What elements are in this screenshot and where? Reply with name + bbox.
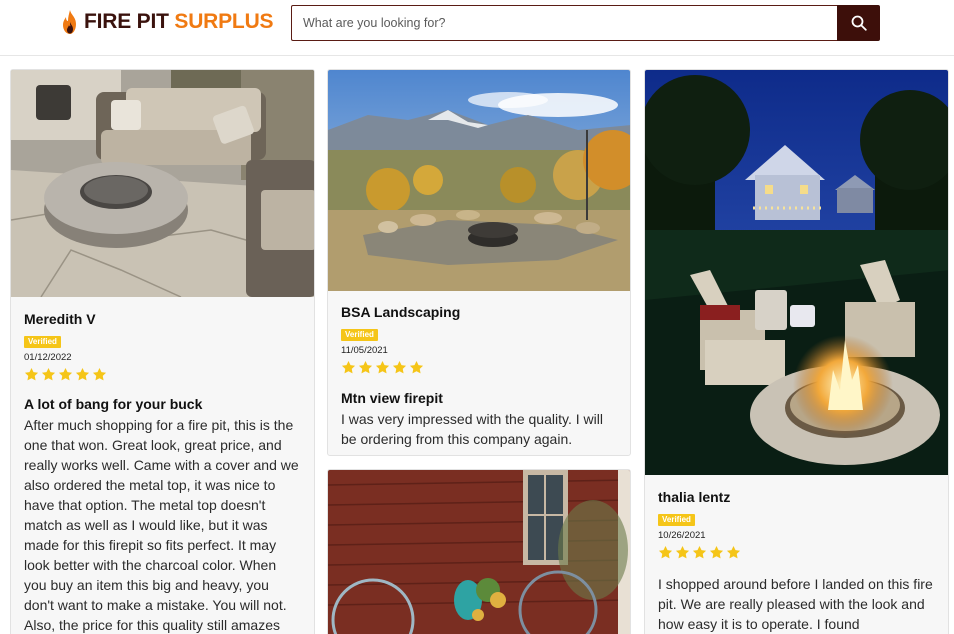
star-icon — [658, 545, 673, 559]
review-author: BSA Landscaping — [341, 304, 461, 320]
review-photo-night-fire-pit[interactable] — [645, 70, 948, 475]
review-text: I was very impressed with the quality. I… — [341, 411, 603, 447]
verified-badge: Verified — [341, 329, 378, 341]
star-icon — [341, 360, 356, 374]
verified-badge: Verified — [658, 514, 695, 526]
star-icon — [409, 360, 424, 374]
review-date: 11/05/2021 — [341, 345, 388, 356]
review-author: thalia lentz — [658, 489, 731, 505]
star-icon — [675, 545, 690, 559]
site-logo[interactable]: FIRE PIT SURPLUS — [60, 7, 274, 37]
search-input[interactable] — [291, 5, 837, 41]
search-button[interactable] — [837, 5, 880, 41]
logo-text-fire-pit: FIRE PIT — [84, 10, 169, 33]
star-rating — [341, 360, 617, 375]
review-card — [327, 469, 631, 634]
review-photo-mountain-fire-pit[interactable] — [328, 70, 630, 291]
review-date: 10/26/2021 — [658, 530, 706, 541]
review-date: 01/12/2022 — [24, 352, 72, 363]
review-card: Meredith V Verified 01/12/2022 A lot of … — [10, 69, 315, 634]
flame-icon — [63, 10, 76, 34]
star-icon — [692, 545, 707, 559]
logo-text-surplus: SURPLUS — [174, 10, 274, 33]
star-icon — [709, 545, 724, 559]
star-icon — [392, 360, 407, 374]
verified-badge: Verified — [24, 336, 61, 348]
site-header: FIRE PIT SURPLUS — [0, 0, 954, 56]
star-icon — [358, 360, 373, 374]
review-text: I shopped around before I landed on this… — [658, 576, 933, 632]
review-title: A lot of bang for your buck — [24, 396, 203, 412]
review-author: Meredith V — [24, 311, 96, 327]
star-icon — [75, 367, 90, 381]
search-icon — [851, 15, 867, 31]
star-icon — [92, 367, 107, 381]
review-text: After much shopping for a fire pit, this… — [24, 417, 299, 633]
review-title: Mtn view firepit — [341, 390, 443, 406]
star-rating — [24, 367, 301, 382]
star-icon — [24, 367, 39, 381]
star-rating — [658, 545, 935, 560]
star-icon — [375, 360, 390, 374]
review-photo-patio-fire-pit[interactable] — [11, 70, 314, 297]
star-icon — [41, 367, 56, 381]
review-photo-porch[interactable] — [328, 470, 630, 634]
star-icon — [58, 367, 73, 381]
search-bar — [291, 5, 880, 41]
star-icon — [726, 545, 741, 559]
review-card: thalia lentz Verified 10/26/2021 I shopp… — [644, 69, 949, 634]
review-card: BSA Landscaping Verified 11/05/2021 Mtn … — [327, 69, 631, 456]
